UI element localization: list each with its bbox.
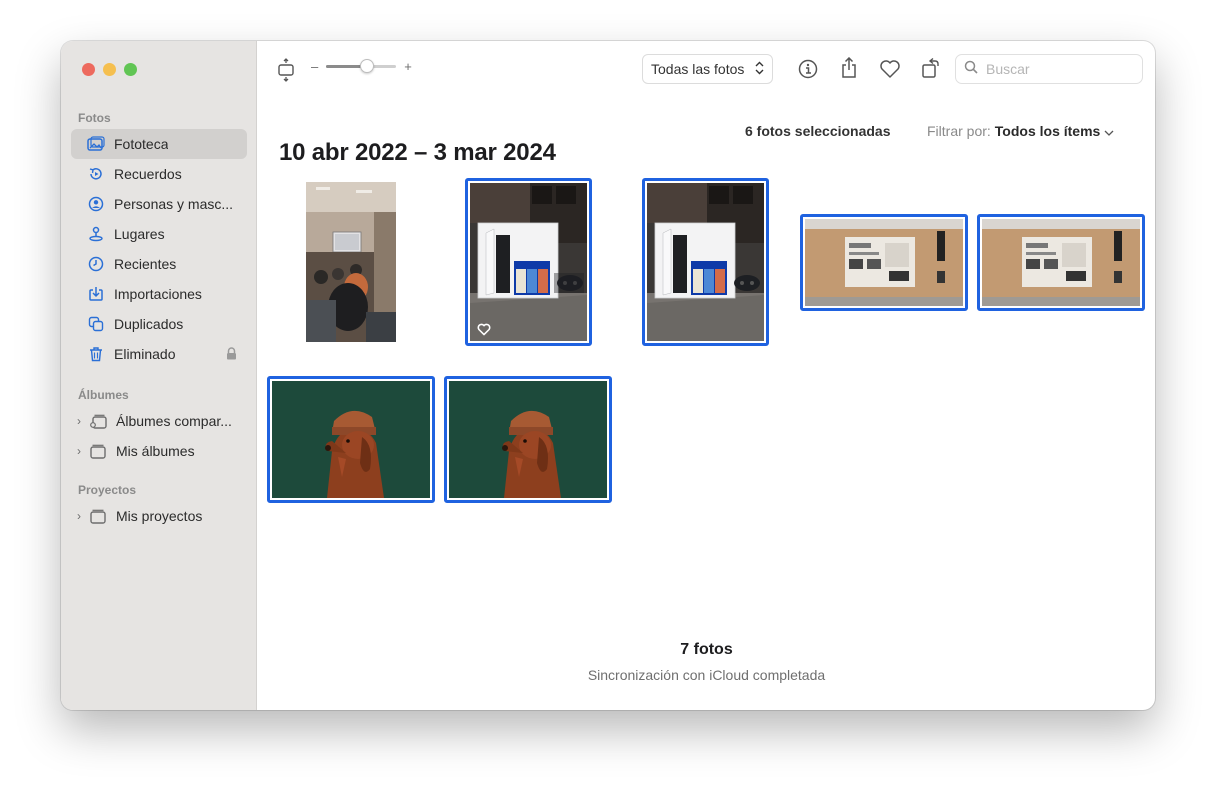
filter-value: Todos los ítems — [994, 123, 1101, 139]
photo-ps5-box — [470, 183, 587, 341]
sidebar-item-fototeca[interactable]: Fototeca — [71, 129, 247, 159]
photo-thumbnail-1[interactable] — [306, 182, 396, 342]
zoom-out-button[interactable]: – — [311, 59, 318, 74]
import-icon — [87, 285, 105, 303]
sidebar-item-label: Álbumes compar... — [116, 413, 232, 429]
sidebar-item-label: Fototeca — [114, 136, 169, 152]
heart-icon[interactable] — [878, 58, 902, 80]
photo-thumbnail-3[interactable] — [642, 178, 769, 346]
search-icon — [964, 60, 978, 79]
sidebar-item-mis-albumes[interactable]: › Mis álbumes — [71, 436, 247, 466]
chevron-down-icon — [1104, 123, 1114, 139]
sidebar-item-label: Mis proyectos — [116, 508, 203, 524]
shared-albums-icon — [89, 412, 107, 430]
photo-dog-beanie — [272, 381, 430, 498]
main-content: – + Todas las fotos Buscar 6 fotos selec… — [258, 41, 1155, 710]
photo-ps5-box — [647, 183, 764, 341]
sidebar-item-recientes[interactable]: Recientes — [71, 249, 247, 279]
sidebar-item-lugares[interactable]: Lugares — [71, 219, 247, 249]
photo-thumbnail-4[interactable] — [800, 214, 968, 311]
zoom-in-button[interactable]: + — [404, 59, 412, 74]
sidebar: Fotos Fototeca Recuerdos Personas y masc… — [61, 41, 257, 710]
filter-label: Filtrar por: — [927, 123, 991, 139]
sidebar-item-albumes-compartidos[interactable]: › Álbumes compar... — [71, 406, 247, 436]
view-select-value: Todas las fotos — [651, 61, 745, 77]
trash-icon — [87, 345, 105, 363]
sidebar-item-eliminado[interactable]: Eliminado — [71, 339, 247, 369]
zoom-control: – + — [311, 59, 412, 74]
sidebar-item-duplicados[interactable]: Duplicados — [71, 309, 247, 339]
sidebar-item-label: Mis álbumes — [116, 443, 195, 459]
zoom-slider[interactable] — [326, 59, 397, 73]
section-title-albumes: Álbumes — [78, 388, 129, 402]
chevron-right-icon[interactable]: › — [77, 509, 87, 523]
search-input[interactable] — [986, 61, 1136, 77]
aspect-ratio-icon[interactable] — [276, 57, 296, 83]
sidebar-item-label: Recientes — [114, 256, 177, 272]
clock-icon — [87, 255, 105, 273]
map-pin-icon — [87, 225, 105, 243]
photo-classroom — [306, 182, 396, 342]
sidebar-item-label: Recuerdos — [114, 166, 182, 182]
sidebar-item-importaciones[interactable]: Importaciones — [71, 279, 247, 309]
updown-chevron-icon — [755, 61, 764, 78]
section-title-fotos: Fotos — [78, 111, 111, 125]
sidebar-item-label: Importaciones — [114, 286, 202, 302]
selected-count: 6 fotos seleccionadas — [745, 123, 891, 139]
memories-icon — [87, 165, 105, 183]
sidebar-item-recuerdos[interactable]: Recuerdos — [71, 159, 247, 189]
photo-dog-beanie — [449, 381, 607, 498]
photo-thumbnail-5[interactable] — [977, 214, 1145, 311]
rotate-icon[interactable] — [920, 56, 942, 80]
sidebar-item-mis-proyectos[interactable]: › Mis proyectos — [71, 501, 247, 531]
photo-thumbnail-7[interactable] — [444, 376, 612, 503]
lock-icon — [226, 347, 237, 363]
photos-window: Fotos Fototeca Recuerdos Personas y masc… — [61, 41, 1155, 710]
close-button[interactable] — [82, 63, 95, 76]
people-icon — [87, 195, 105, 213]
chevron-right-icon[interactable]: › — [77, 444, 87, 458]
filter-control[interactable]: Filtrar por: Todos los ítems — [927, 123, 1114, 139]
window-controls — [82, 63, 137, 76]
icloud-sync-status: Sincronización con iCloud completada — [587, 667, 826, 683]
photo-thumbnail-2[interactable] — [465, 178, 592, 346]
search-field[interactable] — [955, 54, 1143, 84]
sidebar-item-personas[interactable]: Personas y masc... — [71, 189, 247, 219]
photo-cardboard-box — [982, 219, 1140, 306]
photo-library-icon — [87, 135, 105, 153]
sidebar-item-label: Lugares — [114, 226, 165, 242]
albums-icon — [89, 442, 107, 460]
minimize-button[interactable] — [103, 63, 116, 76]
duplicate-icon — [87, 315, 105, 333]
share-icon[interactable] — [838, 56, 860, 80]
sidebar-item-label: Eliminado — [114, 346, 176, 362]
section-title-proyectos: Proyectos — [78, 483, 137, 497]
date-range-heading: 10 abr 2022 – 3 mar 2024 — [279, 139, 556, 166]
view-select[interactable]: Todas las fotos — [642, 54, 773, 84]
photo-thumbnail-6[interactable] — [267, 376, 435, 503]
info-icon[interactable] — [797, 58, 819, 80]
projects-icon — [89, 507, 107, 525]
zoom-button[interactable] — [124, 63, 137, 76]
favorite-heart-icon — [477, 323, 491, 336]
sidebar-item-label: Duplicados — [114, 316, 184, 332]
sidebar-item-label: Personas y masc... — [114, 196, 234, 212]
photo-cardboard-box — [805, 219, 963, 306]
zoom-slider-knob[interactable] — [359, 59, 374, 73]
photo-count: 7 fotos — [680, 641, 733, 658]
chevron-right-icon[interactable]: › — [77, 414, 87, 428]
